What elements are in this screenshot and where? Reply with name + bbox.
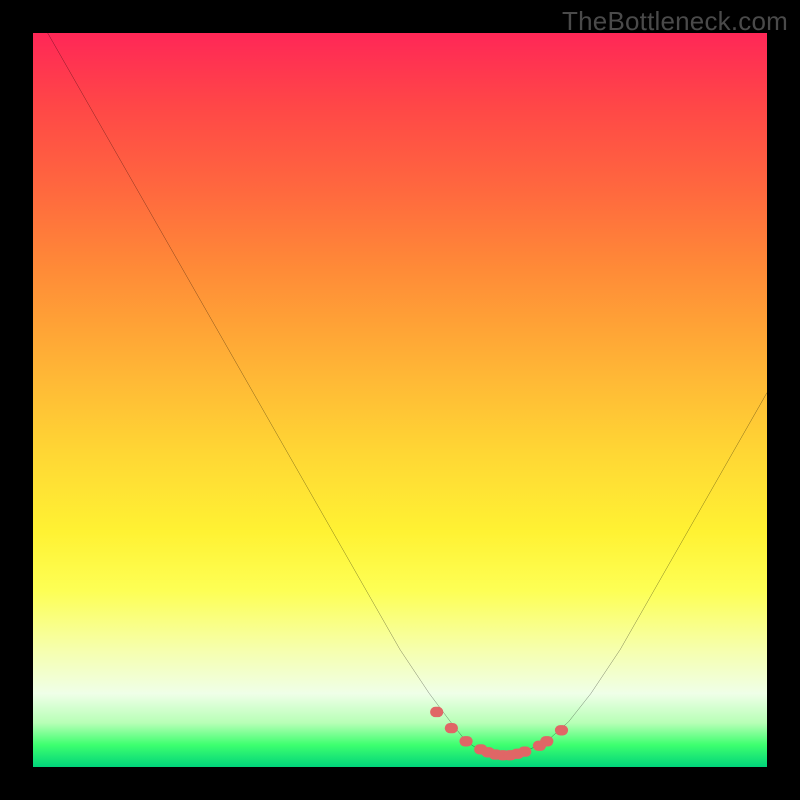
heat-gradient-background (33, 33, 767, 767)
watermark-text: TheBottleneck.com (562, 6, 788, 37)
chart-frame: TheBottleneck.com (0, 0, 800, 800)
plot-area (33, 33, 767, 767)
